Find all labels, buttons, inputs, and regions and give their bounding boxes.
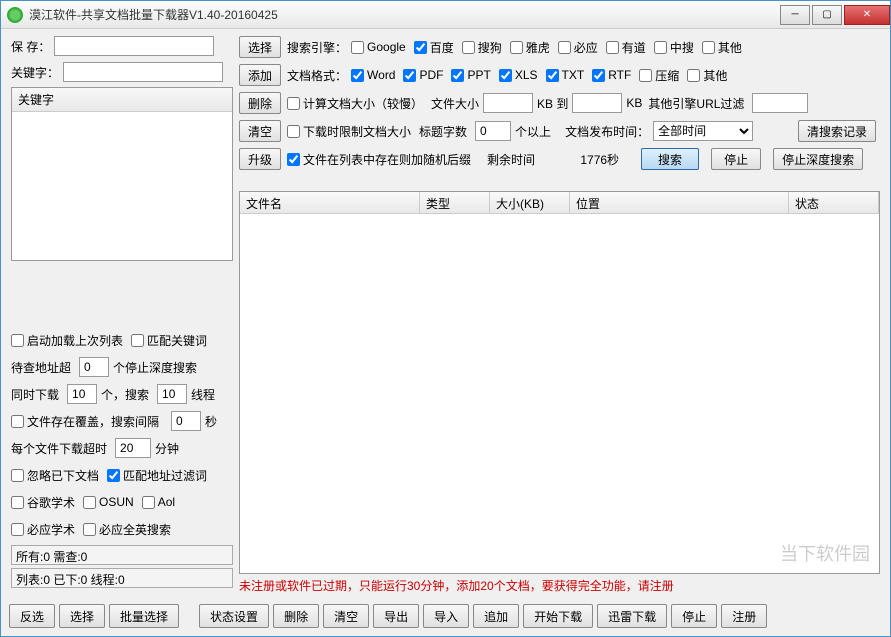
stop-bottom-button[interactable]: 停止 [671, 604, 717, 628]
other-url-label: 其他引擎URL过滤 [648, 95, 744, 112]
save-label: 保 存： [11, 38, 50, 55]
remain-time: 1776秒 [559, 151, 619, 168]
start-download-button[interactable]: 开始下载 [523, 604, 593, 628]
state-settings-button[interactable]: 状态设置 [199, 604, 269, 628]
interval-input[interactable] [171, 411, 201, 431]
export-button[interactable]: 导出 [373, 604, 419, 628]
maximize-button[interactable]: ▢ [812, 5, 842, 25]
other-url-input[interactable] [752, 93, 808, 113]
concurrent-dl-input[interactable] [67, 384, 97, 404]
calc-size-checkbox[interactable] [287, 97, 300, 110]
load-last-checkbox[interactable] [11, 334, 24, 347]
close-button[interactable]: ✕ [844, 5, 890, 25]
col-size: 大小(KB) [490, 192, 570, 213]
register-button[interactable]: 注册 [721, 604, 767, 628]
titlebar: 漠江软件-共享文档批量下载器V1.40-20160425 ─ ▢ ✕ [1, 1, 890, 29]
delete-bottom-button[interactable]: 删除 [273, 604, 319, 628]
keyword-list[interactable]: 关键字 [11, 87, 233, 261]
format-label: 文档格式： [287, 67, 347, 84]
search-threads-input[interactable] [157, 384, 187, 404]
format-zip[interactable] [639, 69, 652, 82]
status-list: 列表:0 已下:0 线程:0 [11, 568, 233, 588]
select-bottom-button[interactable]: 选择 [59, 604, 105, 628]
window-title: 漠江软件-共享文档批量下载器V1.40-20160425 [29, 6, 778, 23]
stop-button[interactable]: 停止 [711, 148, 761, 170]
aol-checkbox[interactable] [142, 496, 155, 509]
pub-time-select[interactable]: 全部时间 [653, 121, 753, 141]
engine-youdao[interactable] [606, 41, 619, 54]
bing-scholar-checkbox[interactable] [11, 523, 24, 536]
ignore-downloaded-checkbox[interactable] [11, 469, 24, 482]
stop-deep-button[interactable]: 停止深度搜索 [773, 148, 863, 170]
format-word[interactable] [351, 69, 364, 82]
batch-select-button[interactable]: 批量选择 [109, 604, 179, 628]
format-rtf[interactable] [592, 69, 605, 82]
clear-search-history-button[interactable]: 清搜索记录 [798, 120, 876, 142]
engine-bing[interactable] [558, 41, 571, 54]
register-notice: 未注册或软件已过期，只能运行30分钟，添加20个文档，要获得完全功能，请注册 [239, 577, 880, 594]
engine-baidu[interactable] [414, 41, 427, 54]
format-ppt[interactable] [451, 69, 464, 82]
format-other[interactable] [687, 69, 700, 82]
engine-sogou[interactable] [462, 41, 475, 54]
xunlei-download-button[interactable]: 迅雷下载 [597, 604, 667, 628]
format-pdf[interactable] [403, 69, 416, 82]
upgrade-button[interactable]: 升级 [239, 148, 281, 170]
clear-bottom-button[interactable]: 清空 [323, 604, 369, 628]
keyword-list-header: 关键字 [12, 88, 232, 112]
invert-select-button[interactable]: 反选 [9, 604, 55, 628]
google-scholar-checkbox[interactable] [11, 496, 24, 509]
engine-other[interactable] [702, 41, 715, 54]
minimize-button[interactable]: ─ [780, 5, 810, 25]
size-min-input[interactable] [483, 93, 533, 113]
match-url-filter-checkbox[interactable] [107, 469, 120, 482]
keyword-label: 关键字： [11, 64, 59, 81]
col-filename: 文件名 [240, 192, 420, 213]
title-words-input[interactable] [475, 121, 511, 141]
engine-google[interactable] [351, 41, 364, 54]
match-keyword-checkbox[interactable] [131, 334, 144, 347]
engine-zhongsou[interactable] [654, 41, 667, 54]
keyword-input[interactable] [63, 62, 223, 82]
random-suffix-checkbox[interactable] [287, 153, 300, 166]
overwrite-checkbox[interactable] [11, 415, 24, 428]
size-max-input[interactable] [572, 93, 622, 113]
delete-button[interactable]: 删除 [239, 92, 281, 114]
search-button[interactable]: 搜索 [641, 148, 699, 170]
result-table[interactable]: 文件名 类型 大小(KB) 位置 状态 [239, 191, 880, 574]
engine-yahoo[interactable] [510, 41, 523, 54]
pending-input[interactable] [79, 357, 109, 377]
append-button[interactable]: 追加 [473, 604, 519, 628]
select-button[interactable]: 选择 [239, 36, 281, 58]
download-limit-checkbox[interactable] [287, 125, 300, 138]
timeout-input[interactable] [115, 438, 151, 458]
import-button[interactable]: 导入 [423, 604, 469, 628]
status-all: 所有:0 需查:0 [11, 545, 233, 565]
col-type: 类型 [420, 192, 490, 213]
save-input[interactable] [54, 36, 214, 56]
clear-button[interactable]: 清空 [239, 120, 281, 142]
engine-label: 搜索引擎： [287, 39, 347, 56]
bing-uk-checkbox[interactable] [83, 523, 96, 536]
osun-checkbox[interactable] [83, 496, 96, 509]
format-xls[interactable] [499, 69, 512, 82]
format-txt[interactable] [546, 69, 559, 82]
col-location: 位置 [570, 192, 789, 213]
app-icon [7, 7, 23, 23]
add-button[interactable]: 添加 [239, 64, 281, 86]
col-status: 状态 [789, 192, 879, 213]
